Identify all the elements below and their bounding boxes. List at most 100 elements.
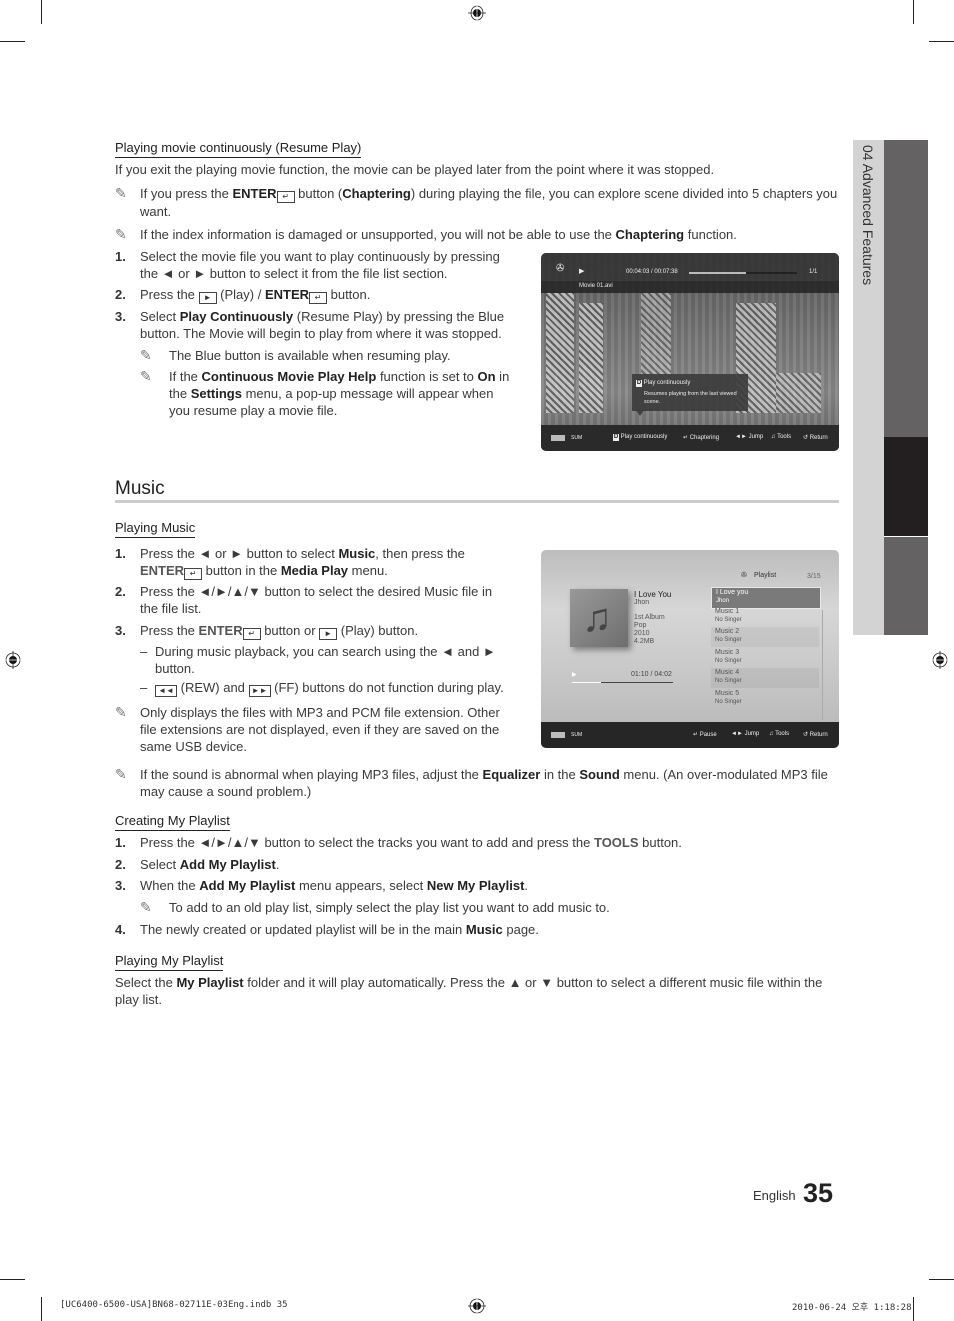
movie-filename: Movie 01.avi xyxy=(579,283,613,289)
note-icon: ✎ xyxy=(140,347,152,363)
creating-playlist-heading: Creating My Playlist xyxy=(115,813,230,831)
crop-mark xyxy=(913,0,914,24)
chapter-tab-block xyxy=(884,140,928,437)
note-blue-button: ✎ The Blue button is available when resu… xyxy=(140,347,451,363)
note-file-extensions: ✎ Only displays the files with MP3 and P… xyxy=(115,704,500,754)
music-dash-2: – ◄◄ (REW) and ►► (FF) buttons do not fu… xyxy=(140,680,504,697)
giraffe-image xyxy=(546,293,574,413)
control-chaptering[interactable]: ↵ Chaptering xyxy=(683,434,719,441)
usb-device-icon xyxy=(551,732,565,738)
playlist-item[interactable]: Music 2 No Singer xyxy=(711,627,819,647)
playlist-scrollbar[interactable] xyxy=(822,610,823,720)
note-icon: ✎ xyxy=(115,185,127,201)
control-tools[interactable]: ♫ Tools xyxy=(771,434,791,440)
creating-step-4: 4. The newly created or updated playlist… xyxy=(115,922,539,937)
print-file-info: [UC6400-6500-USA]BN68-02711E-03Eng.indb … xyxy=(60,1300,288,1310)
note-chaptering: ✎ If you press the ENTER ↵ button (Chapte… xyxy=(115,185,838,219)
track-size: 4.2MB xyxy=(634,638,655,645)
playlist-count: 3/15 xyxy=(807,573,821,580)
track-genre: Pop xyxy=(634,622,647,629)
section-divider xyxy=(115,500,839,503)
creating-step-3: 3. When the Add My Playlist menu appears… xyxy=(115,878,529,893)
enter-icon: ↵ xyxy=(683,435,689,441)
control-tools[interactable]: ♫ Tools xyxy=(769,731,789,737)
d-key-icon: D xyxy=(636,380,642,387)
note-icon: ✎ xyxy=(115,704,127,720)
control-jump[interactable]: ◄► Jump xyxy=(731,731,759,737)
play-status-icon: ▶ xyxy=(579,268,585,275)
movie-progress-fill xyxy=(689,272,747,274)
page-language: English xyxy=(753,1188,796,1203)
return-icon: ↺ xyxy=(803,435,809,441)
control-play-continuously[interactable]: D Play continuously xyxy=(613,434,667,441)
music-progress-bar[interactable] xyxy=(572,682,673,683)
rew-key-icon: ◄◄ xyxy=(155,685,177,697)
note-icon: ✎ xyxy=(115,226,127,242)
track-time: 01:10 / 04:02 xyxy=(631,671,672,678)
enter-key-icon: ↵ xyxy=(242,628,261,640)
playlist-item[interactable]: Music 1 No Singer xyxy=(711,607,819,627)
enter-key-icon: ↵ xyxy=(309,292,327,304)
enter-key-icon: ↵ xyxy=(184,568,203,580)
playing-music-heading: Playing Music xyxy=(115,520,196,538)
chapter-label: 04 Advanced Features xyxy=(860,145,876,286)
playlist-label: Playlist xyxy=(754,572,777,579)
playing-playlist-heading: Playing My Playlist xyxy=(115,953,224,971)
print-timestamp: 2010-06-24 오후 1:18:28 xyxy=(792,1303,912,1313)
playlist-item[interactable]: Music 4 No Singer xyxy=(711,668,819,688)
playing-playlist-text: Select the My Playlist folder and it wil… xyxy=(115,975,823,1007)
registration-mark-icon xyxy=(468,4,486,22)
note-icon: ✎ xyxy=(115,766,127,782)
tools-icon: ♫ xyxy=(771,434,776,440)
music-note-icon: ♫ xyxy=(582,596,612,640)
resume-intro: If you exit the playing movie function, … xyxy=(115,162,715,177)
crop-mark xyxy=(0,41,25,42)
music-step-3: 3. Press the ENTER ↵ button or ► (Play) b… xyxy=(115,623,419,640)
chapter-tab-active-block xyxy=(884,437,928,536)
track-album: 1st Album xyxy=(634,614,665,621)
crop-mark xyxy=(0,1279,25,1280)
note-icon: ✎ xyxy=(140,899,152,915)
device-label: SUM xyxy=(571,435,583,441)
ff-key-icon: ►► xyxy=(248,685,271,697)
music-step-1: 1. Press the ◄ or ► button to select Mus… xyxy=(115,546,465,580)
note-index-info: ✎ If the index information is damaged or… xyxy=(115,226,737,242)
giraffe-image xyxy=(641,293,671,383)
control-return[interactable]: ↺ Return xyxy=(803,731,828,738)
resume-step-2: 2. Press the ► (Play) / ENTER ↵ button. xyxy=(115,287,371,304)
tools-icon: ♫ xyxy=(769,731,774,737)
resume-step-1: 1. Select the movie file you want to pla… xyxy=(115,249,500,281)
control-return[interactable]: ↺ Return xyxy=(803,434,828,441)
track-artist: Jhon xyxy=(634,599,650,606)
registration-mark-icon xyxy=(468,1297,486,1315)
note-continuous-help: ✎ If the Continuous Movie Play Help func… xyxy=(140,368,510,418)
music-section-title: Music xyxy=(115,478,165,499)
crop-mark xyxy=(41,0,42,24)
music-progress-fill xyxy=(572,682,602,683)
control-jump[interactable]: ◄► Jump xyxy=(735,434,763,440)
track-year: 2010 xyxy=(634,630,650,637)
playlist-item[interactable]: I Love you Jhon xyxy=(711,587,821,609)
music-dash-1: – During music playback, you can search … xyxy=(140,644,496,676)
resume-play-heading: Playing movie continuously (Resume Play) xyxy=(115,140,362,158)
enter-icon: ↵ xyxy=(693,732,699,738)
play-key-icon: ► xyxy=(319,628,338,640)
note-icon: ✎ xyxy=(140,368,152,384)
album-art: ♫ xyxy=(570,589,628,647)
crop-mark xyxy=(929,1279,954,1280)
play-status-icon: ▶ xyxy=(572,672,577,678)
playlist-item[interactable]: Music 5 No Singer xyxy=(711,689,819,709)
resume-step-3: 3. Select Play Continuously (Resume Play… xyxy=(115,309,505,341)
resume-popup: D Play continuously Resumes playing from… xyxy=(632,374,748,411)
giraffe-image xyxy=(579,303,603,413)
control-pause[interactable]: ↵ Pause xyxy=(693,731,717,738)
left-right-arrows-icon: ◄► xyxy=(731,731,743,737)
return-icon: ↺ xyxy=(803,732,809,738)
movie-progress-bar[interactable] xyxy=(689,272,797,274)
note-sound-abnormal: ✎ If the sound is abnormal when playing … xyxy=(115,766,828,799)
usb-device-icon xyxy=(551,435,565,441)
creating-step-2: 2. Select Add My Playlist. xyxy=(115,857,280,872)
left-right-arrows-icon: ◄► xyxy=(735,434,747,440)
enter-key-icon: ↵ xyxy=(276,191,295,203)
playlist-item[interactable]: Music 3 No Singer xyxy=(711,648,819,668)
